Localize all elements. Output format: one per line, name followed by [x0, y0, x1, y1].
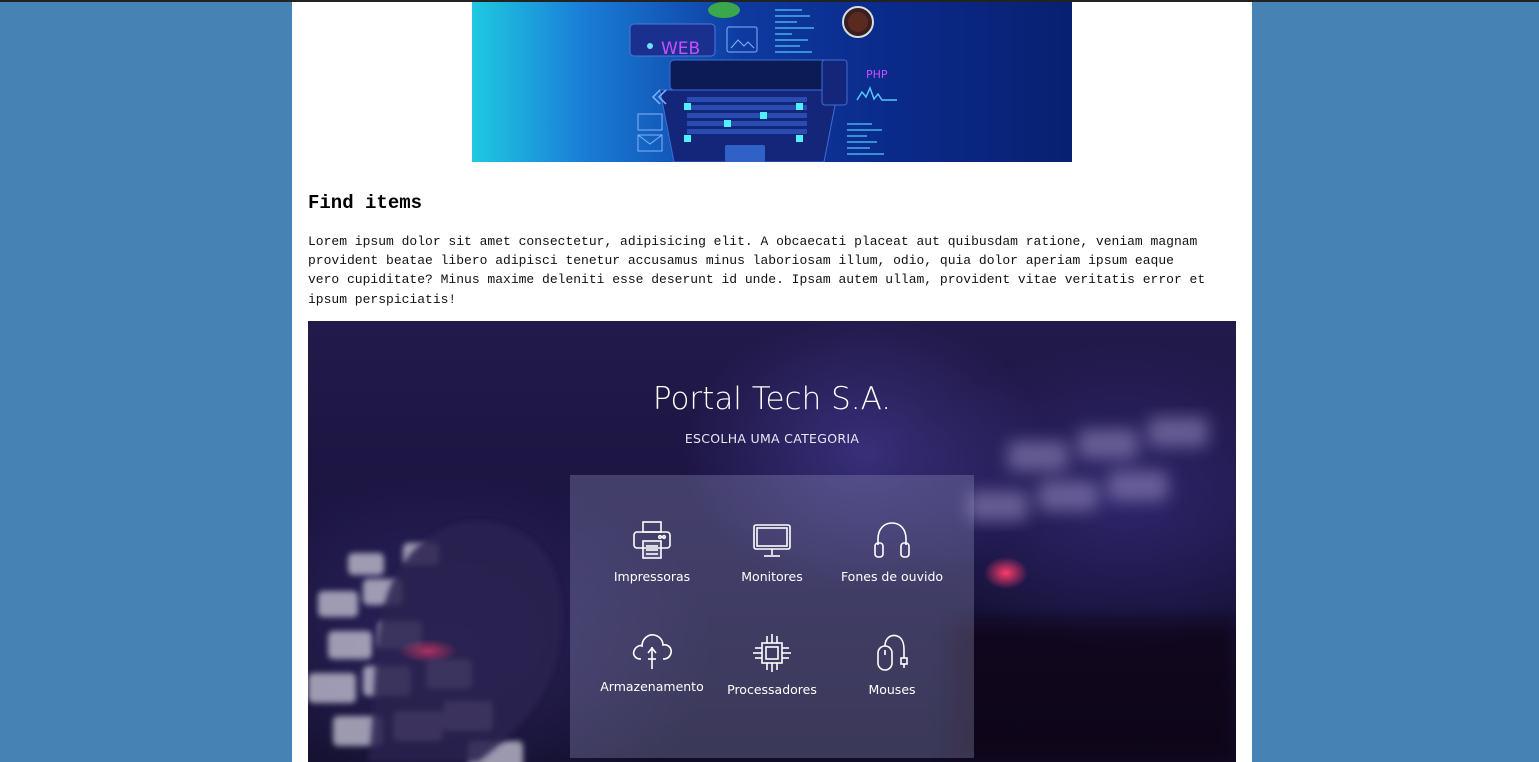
- headphones-icon: [874, 522, 910, 558]
- hero-banner: Portal Tech S.A. ESCOLHA UMA CATEGORIA I…: [308, 321, 1236, 762]
- banner-image: WEB PHP: [472, 2, 1072, 162]
- section-title: Find items: [308, 192, 423, 214]
- printer-icon: [633, 521, 671, 559]
- category-label: Fones de ouvido: [840, 569, 944, 584]
- monitor-icon: [753, 524, 791, 557]
- processor-icon: [753, 634, 791, 672]
- page-content: WEB PHP Find items Lorem ipsum dolor sit…: [292, 2, 1252, 762]
- php-label: PHP: [866, 68, 888, 81]
- category-processors[interactable]: Processadores: [712, 632, 832, 697]
- category-headphones[interactable]: Fones de ouvido: [832, 519, 952, 584]
- category-panel: Impressoras Monitores Fones de ouvido Ar…: [570, 475, 974, 758]
- category-label: Monitores: [741, 569, 803, 584]
- section-description: Lorem ipsum dolor sit amet consectetur, …: [308, 234, 1206, 307]
- category-printers[interactable]: Impressoras: [592, 519, 712, 584]
- category-label: Armazenamento: [600, 679, 704, 694]
- mouse-icon: [877, 634, 908, 671]
- cloud-upload-icon: [632, 634, 672, 669]
- category-label: Processadores: [727, 682, 817, 697]
- hero-title: Portal Tech S.A.: [652, 381, 892, 417]
- category-monitors[interactable]: Monitores: [712, 521, 832, 584]
- category-storage[interactable]: Armazenamento: [592, 629, 712, 694]
- category-mice[interactable]: Mouses: [832, 632, 952, 697]
- web-label: WEB: [661, 39, 700, 59]
- category-label: Impressoras: [613, 569, 691, 584]
- category-label: Mouses: [868, 682, 916, 697]
- hero-subtitle: ESCOLHA UMA CATEGORIA: [684, 431, 860, 446]
- web-development-illustration: WEB PHP: [629, 2, 897, 162]
